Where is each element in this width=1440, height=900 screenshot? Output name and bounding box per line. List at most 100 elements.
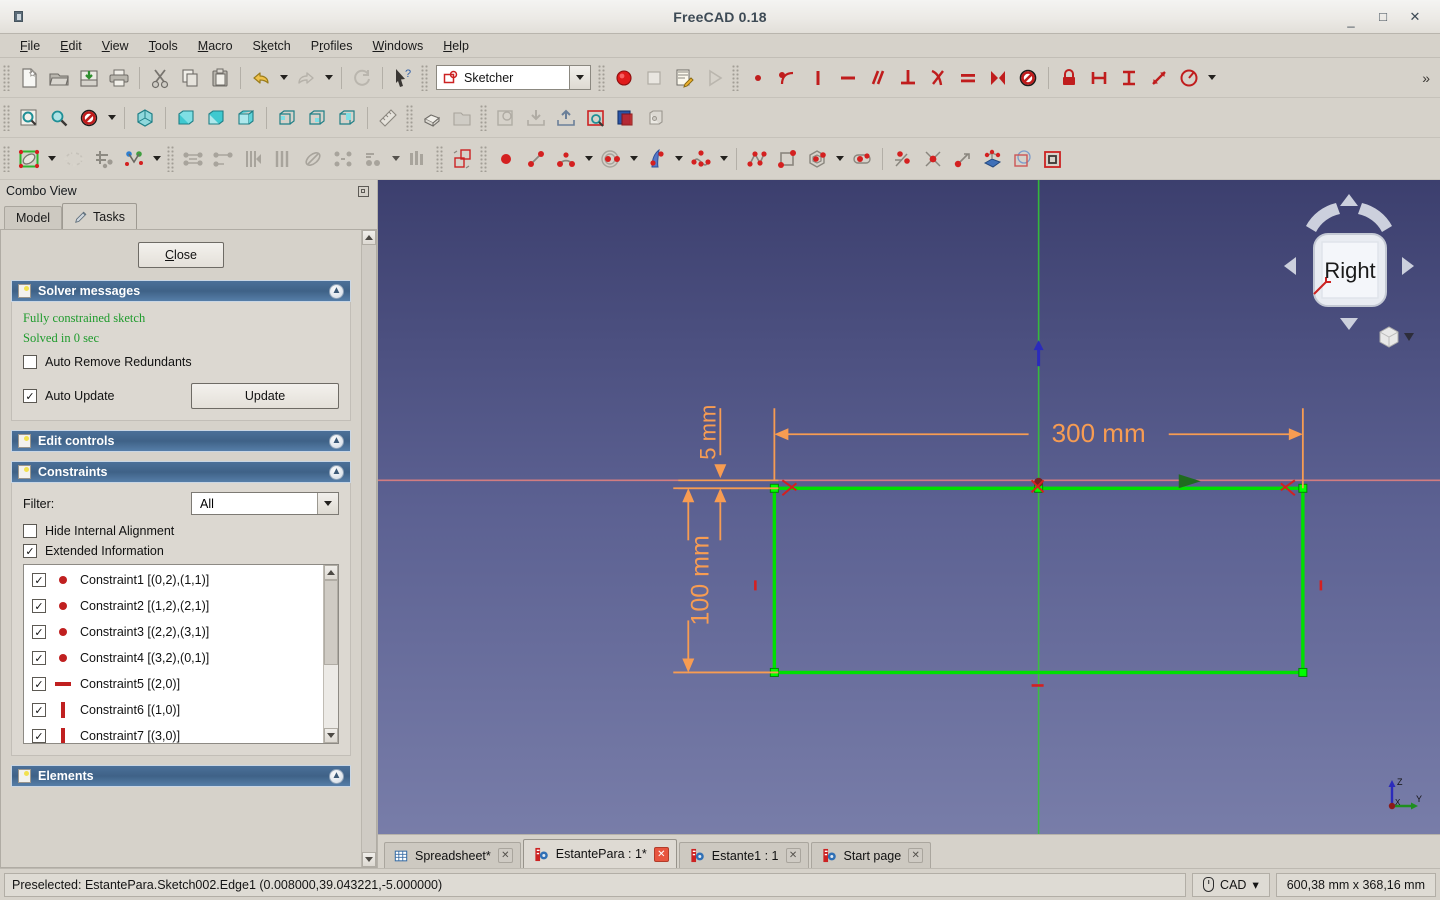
tab-spreadsheet[interactable]: Spreadsheet* ✕: [384, 842, 521, 868]
list-item[interactable]: ✓ Constraint5 [(2,0)]: [24, 671, 323, 697]
fit-all-icon[interactable]: [14, 103, 44, 133]
constrain-point-on-object-icon[interactable]: [773, 63, 803, 93]
save-icon[interactable]: [74, 63, 104, 93]
toolbar-grip[interactable]: [480, 145, 488, 172]
toolbar-grip[interactable]: [598, 64, 606, 91]
navigation-cube[interactable]: Right: [1274, 186, 1424, 348]
export-icon[interactable]: [551, 103, 581, 133]
list-item[interactable]: ✓ Constraint4 [(3,2),(0,1)]: [24, 645, 323, 671]
minimize-button[interactable]: _: [1344, 14, 1358, 27]
constraint-visibility-checkbox[interactable]: ✓: [32, 677, 46, 691]
collapse-chevron-icon[interactable]: ▲: [329, 283, 344, 299]
create-slot-icon[interactable]: [847, 144, 877, 174]
external-geometry-icon[interactable]: [948, 144, 978, 174]
constrain-horizontal-icon[interactable]: [833, 63, 863, 93]
validate-sketch-tool-icon[interactable]: [89, 144, 119, 174]
select-elements-icon[interactable]: [178, 144, 208, 174]
toolbar-grip[interactable]: [421, 64, 429, 91]
list-item[interactable]: ✓ Constraint2 [(1,2),(2,1)]: [24, 593, 323, 619]
close-button[interactable]: Close: [138, 242, 224, 268]
auto-update-checkbox[interactable]: ✓: [23, 389, 37, 403]
scroll-thumb[interactable]: [324, 580, 338, 665]
menu-view[interactable]: View: [92, 36, 139, 56]
constraints-list[interactable]: ✓ Constraint1 [(0,2),(1,1)] ✓ Constraint…: [23, 564, 339, 744]
constraint-visibility-checkbox[interactable]: ✓: [32, 729, 46, 743]
draw-style-icon[interactable]: [74, 103, 104, 133]
create-bspline-icon[interactable]: [686, 144, 716, 174]
float-panel-icon[interactable]: [358, 185, 369, 197]
tab-close-icon[interactable]: ✕: [785, 848, 801, 863]
measure-icon[interactable]: [373, 103, 403, 133]
validate-sketch-icon[interactable]: [581, 103, 611, 133]
create-rectangle-icon[interactable]: [772, 144, 802, 174]
toolbar-overflow-chevron-icon[interactable]: »: [1416, 70, 1436, 86]
create-polygon-icon[interactable]: [802, 144, 832, 174]
constraint-filter-select[interactable]: All: [191, 492, 339, 515]
select-conflicting-icon[interactable]: [298, 144, 328, 174]
workbench-dropdown-icon[interactable]: [569, 66, 590, 89]
scroll-up-icon[interactable]: [324, 565, 338, 580]
right-view-icon[interactable]: [231, 103, 261, 133]
delete-all-geometry-icon[interactable]: [1008, 144, 1038, 174]
menu-windows[interactable]: Windows: [362, 36, 433, 56]
fit-selection-icon[interactable]: [44, 103, 74, 133]
tab-close-icon[interactable]: ✕: [908, 848, 924, 863]
macro-edit-icon[interactable]: [669, 63, 699, 93]
constrain-lock-icon[interactable]: [1054, 63, 1084, 93]
list-item[interactable]: ✓ Constraint1 [(0,2),(1,1)]: [24, 567, 323, 593]
tab-close-icon[interactable]: ✕: [497, 848, 513, 863]
macro-execute-icon[interactable]: [699, 63, 729, 93]
constraint-dropdown-icon[interactable]: [1204, 63, 1219, 93]
hide-internal-alignment-row[interactable]: Hide Internal Alignment: [23, 524, 339, 538]
3d-viewport[interactable]: 300 mm 100 mm 5 mm Right Z Y X Spreadshe…: [378, 180, 1440, 868]
constraint-visibility-checkbox[interactable]: ✓: [32, 703, 46, 717]
create-polyline-icon[interactable]: [742, 144, 772, 174]
copy-icon[interactable]: [175, 63, 205, 93]
auto-remove-redundants-checkbox[interactable]: [23, 355, 37, 369]
extend-edge-icon[interactable]: [918, 144, 948, 174]
scroll-up-icon[interactable]: [362, 230, 376, 245]
tab-model[interactable]: Model: [4, 206, 63, 229]
list-item[interactable]: ✓ Constraint3 [(2,2),(3,1)]: [24, 619, 323, 645]
menu-help[interactable]: Help: [433, 36, 479, 56]
constrain-tangent-icon[interactable]: [923, 63, 953, 93]
chevron-down-icon[interactable]: [317, 493, 338, 514]
open-folder-icon[interactable]: [44, 63, 74, 93]
group-icon[interactable]: [447, 103, 477, 133]
edit-controls-header[interactable]: Edit controls ▲: [11, 430, 351, 452]
merge-sketch-dropdown-icon[interactable]: [149, 144, 164, 174]
constrain-angle-icon[interactable]: [1174, 63, 1204, 93]
constrain-perpendicular-icon[interactable]: [893, 63, 923, 93]
symmetry-dropdown-icon[interactable]: [388, 144, 403, 174]
tab-tasks[interactable]: Tasks: [62, 203, 137, 229]
extended-information-checkbox[interactable]: ✓: [23, 544, 37, 558]
scroll-down-icon[interactable]: [324, 728, 338, 743]
menu-profiles[interactable]: Profiles: [301, 36, 363, 56]
bottom-view-icon[interactable]: [302, 103, 332, 133]
create-bspline-dropdown-icon[interactable]: [716, 144, 731, 174]
toolbar-grip[interactable]: [436, 145, 444, 172]
constrain-distance-x-icon[interactable]: [1084, 63, 1114, 93]
create-polygon-dropdown-icon[interactable]: [832, 144, 847, 174]
create-arc-dropdown-icon[interactable]: [581, 144, 596, 174]
select-vertical-axis-icon[interactable]: [268, 144, 298, 174]
paste-icon[interactable]: [205, 63, 235, 93]
chevron-down-icon[interactable]: ▾: [1252, 877, 1258, 892]
constraints-header[interactable]: Constraints ▲: [11, 461, 351, 483]
create-circle-dropdown-icon[interactable]: [626, 144, 641, 174]
menu-file[interactable]: File: [10, 36, 50, 56]
constrain-parallel-icon[interactable]: [863, 63, 893, 93]
print-icon[interactable]: [104, 63, 134, 93]
constrain-symmetric-icon[interactable]: [983, 63, 1013, 93]
menu-edit[interactable]: Edit: [50, 36, 92, 56]
create-circle-icon[interactable]: [596, 144, 626, 174]
rear-view-icon[interactable]: [272, 103, 302, 133]
constraints-list-scrollbar[interactable]: [323, 565, 338, 743]
constrain-block-icon[interactable]: [1013, 63, 1043, 93]
scroll-track[interactable]: [362, 245, 376, 852]
toolbar-grip[interactable]: [406, 104, 414, 131]
toolbar-grip[interactable]: [3, 145, 11, 172]
edit-sketch-icon[interactable]: [14, 144, 44, 174]
redo-arrow-icon[interactable]: [291, 63, 321, 93]
macro-stop-icon[interactable]: [639, 63, 669, 93]
